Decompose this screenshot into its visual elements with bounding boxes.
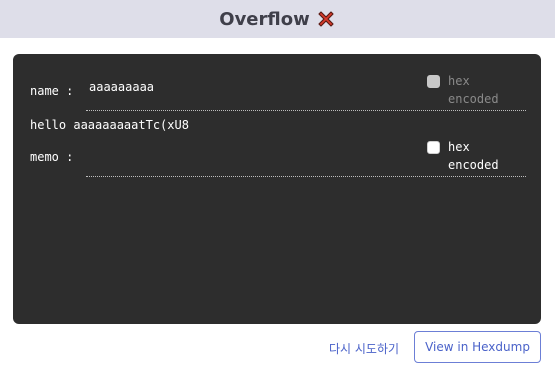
header-bar: Overflow — [0, 0, 555, 38]
memo-label: memo : — [30, 150, 74, 164]
name-input-underline — [86, 110, 526, 111]
name-label: name : — [30, 84, 74, 98]
memo-hex-label-line2: encoded — [448, 158, 499, 172]
view-hexdump-button[interactable]: View in Hexdump — [414, 331, 541, 363]
memo-hex-label: hex encoded — [448, 138, 508, 174]
name-input[interactable]: aaaaaaaaa — [89, 80, 154, 94]
page-title: Overflow — [219, 8, 310, 30]
name-hex-label-line1: hex — [448, 74, 470, 88]
overflow-output-line: hello aaaaaaaaatTc(xU8 — [30, 118, 189, 132]
retry-link[interactable]: 다시 시도하기 — [329, 340, 399, 357]
memo-hex-label-line1: hex — [448, 140, 470, 154]
name-hex-label-line2: encoded — [448, 92, 499, 106]
memo-input-underline — [86, 176, 526, 177]
output-panel: name : aaaaaaaaa hex encoded hello aaaaa… — [13, 54, 541, 324]
name-hex-label: hex encoded — [448, 72, 508, 108]
cross-icon — [316, 9, 336, 29]
name-hex-checkbox[interactable] — [427, 75, 440, 88]
memo-hex-checkbox[interactable] — [427, 141, 440, 154]
